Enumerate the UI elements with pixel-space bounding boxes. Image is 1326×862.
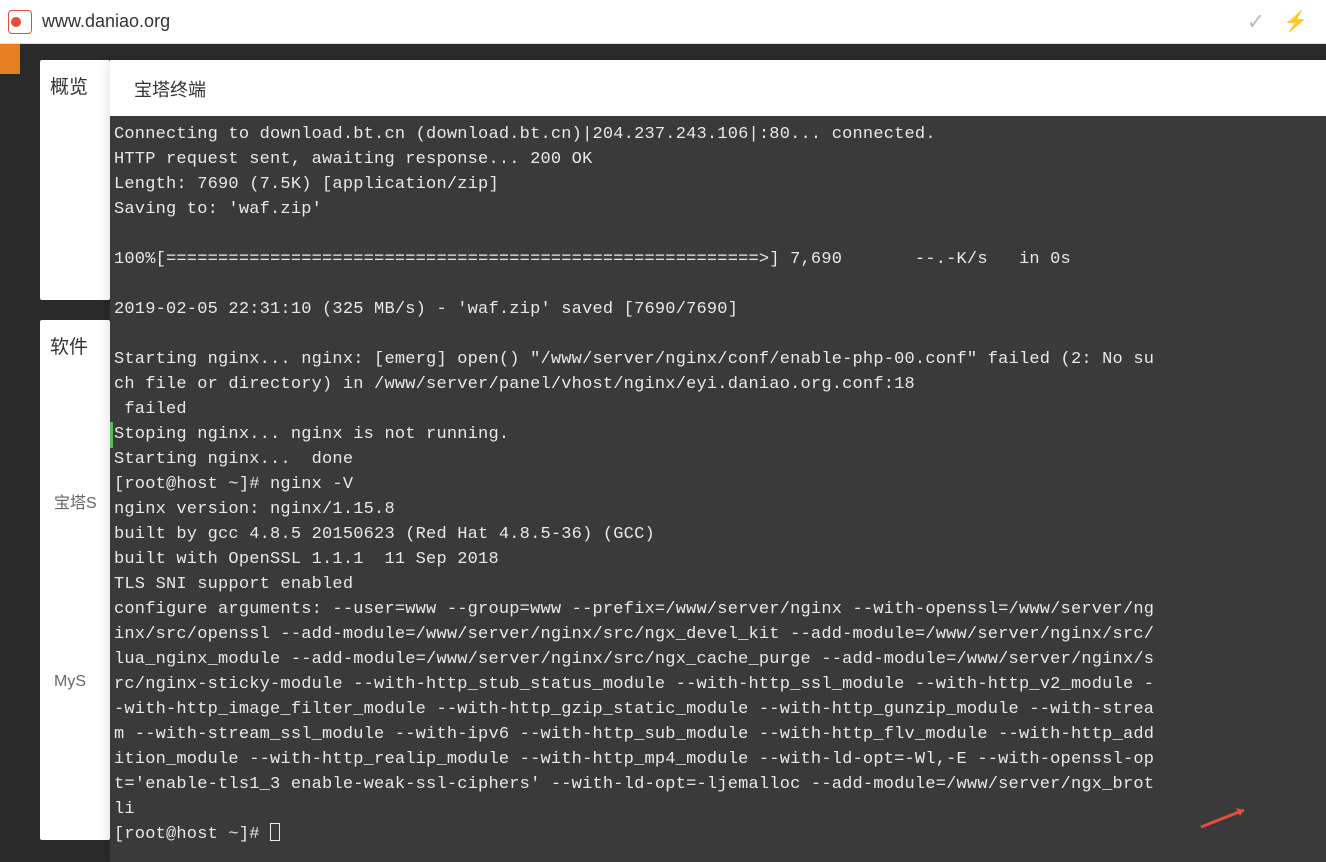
side-panel: 概览 软件 宝塔S MyS <box>40 60 110 860</box>
sidebar-item-mysql[interactable]: MyS <box>54 673 100 691</box>
checkmark-icon[interactable]: ✓ <box>1247 9 1265 35</box>
left-accent <box>0 44 20 74</box>
url-text[interactable]: www.daniao.org <box>42 11 1237 32</box>
browser-address-bar: www.daniao.org ✓ ⚡ <box>0 0 1326 44</box>
overview-label: 概览 <box>50 77 88 98</box>
browser-actions: ✓ ⚡ <box>1247 9 1318 35</box>
terminal-modal: 宝塔终端 Connecting to download.bt.cn (downl… <box>110 60 1326 862</box>
overview-card[interactable]: 概览 <box>40 60 110 300</box>
status-indicator <box>110 422 113 448</box>
terminal-output: Connecting to download.bt.cn (download.b… <box>114 122 1322 847</box>
modal-title: 宝塔终端 <box>110 60 1326 116</box>
annotation-arrow-icon <box>1196 802 1256 832</box>
terminal-body[interactable]: Connecting to download.bt.cn (download.b… <box>110 116 1326 862</box>
lightning-icon[interactable]: ⚡ <box>1283 9 1308 34</box>
software-label: 软件 <box>50 337 88 358</box>
page-background: 概览 软件 宝塔S MyS 宝塔终端 Connecting to downloa… <box>0 44 1326 862</box>
site-favicon <box>8 10 32 34</box>
sidebar-item-bt[interactable]: 宝塔S <box>54 489 100 513</box>
software-card[interactable]: 软件 宝塔S MyS <box>40 320 110 840</box>
terminal-cursor <box>270 823 280 841</box>
